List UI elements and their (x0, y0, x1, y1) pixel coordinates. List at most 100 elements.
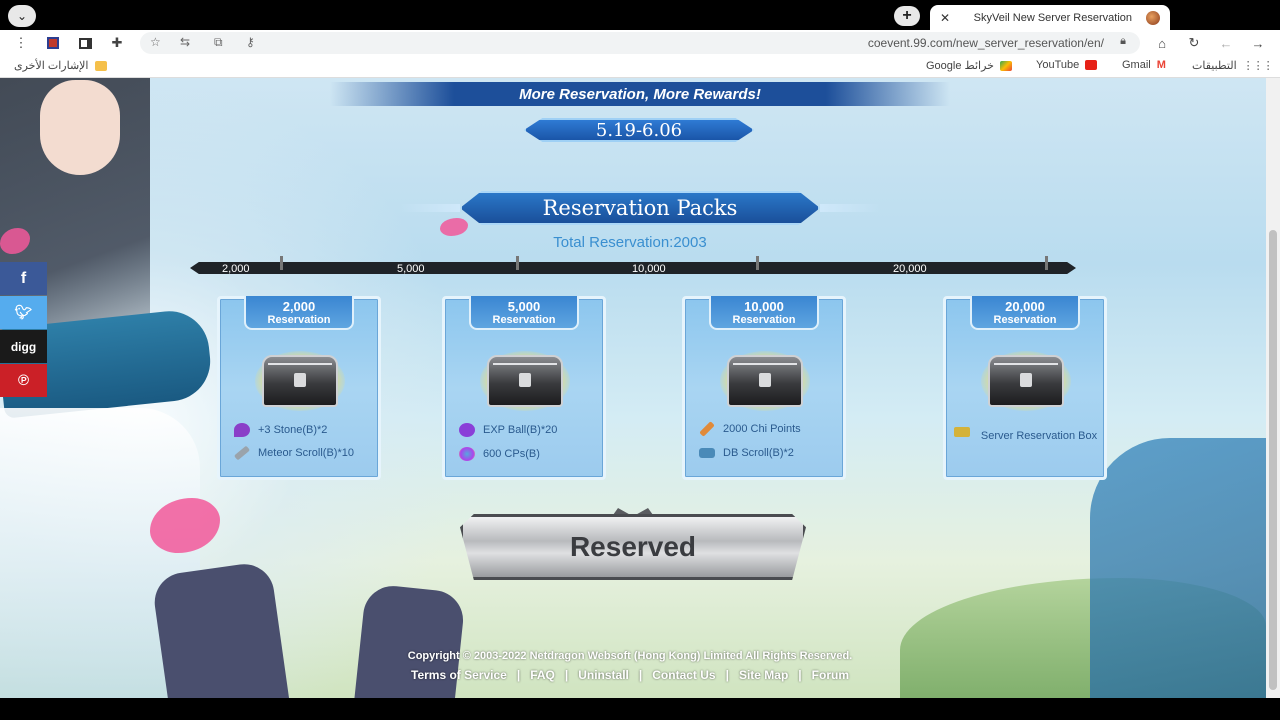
landscape-drape (1090, 438, 1266, 698)
footer-separator: | (516, 668, 521, 682)
star-bookmark-icon[interactable]: ☆ (150, 35, 161, 49)
footer-separator: | (725, 668, 729, 682)
reward-item-label: +3 Stone(B)*2 (258, 424, 328, 436)
track-label: 5,000 (397, 263, 425, 275)
letterbox-bottom (0, 698, 1280, 720)
scroll-icon (233, 445, 251, 461)
facebook-share-button[interactable]: f (0, 262, 47, 295)
card-label: Reservation (267, 314, 331, 326)
new-tab-button[interactable]: + (894, 6, 920, 26)
reward-card-5000[interactable]: 5,000 Reservation EXP Ball(B)*20 600 CPs… (442, 296, 606, 480)
track-tick (1045, 256, 1048, 270)
pinterest-icon: ℗ (17, 372, 30, 389)
page-scrollbar[interactable] (1266, 78, 1280, 698)
address-bar[interactable]: ☆ ⇆ ⧉ ⚷ coevent.99.com/new_server_reserv… (140, 32, 1140, 54)
reward-item: 600 CPs(B) (459, 447, 540, 461)
track-label: 2,000 (222, 263, 250, 275)
bookmark-youtube[interactable]: YouTube (1036, 59, 1098, 71)
footer-link-uninstall[interactable]: Uninstall (578, 668, 629, 682)
extension-icon[interactable] (44, 34, 62, 52)
card-number: 20,000 (1005, 299, 1045, 314)
puzzle-extensions-icon[interactable]: ✚ (108, 34, 126, 52)
facebook-icon: f (20, 269, 27, 287)
scrollbar-thumb[interactable] (1269, 230, 1277, 690)
footer-link-contact[interactable]: Contact Us (652, 668, 715, 682)
card-header: 20,000 Reservation (970, 296, 1080, 330)
lock-icon[interactable]: 🔒︎ (1120, 35, 1126, 48)
reload-icon[interactable]: ↻ (1185, 34, 1203, 52)
footer-separator: | (564, 668, 569, 682)
share-icon[interactable]: ⇆ (180, 35, 190, 49)
promo-banner: More Reservation, More Rewards! (330, 82, 950, 106)
url-text[interactable]: coevent.99.com/new_server_reservation/en… (868, 36, 1104, 50)
screenshot-icon[interactable]: ⧉ (214, 35, 223, 50)
youtube-icon (1085, 60, 1098, 70)
bookmark-maps[interactable]: Google خرائط (926, 59, 1012, 72)
card-header: 10,000 Reservation (709, 296, 819, 330)
twitter-share-button[interactable]: 🐦︎ (0, 296, 47, 329)
back-arrow-icon[interactable]: ← (1217, 34, 1235, 52)
reward-item: 2000 Chi Points (699, 421, 801, 437)
bookmark-youtube-label: YouTube (1036, 59, 1080, 71)
tab-bar: ⌄ + SkyVeil New Server Reservation ✕ (0, 0, 1280, 30)
footer-separator: | (638, 668, 643, 682)
footer-link-terms[interactable]: Terms of Service (411, 668, 507, 682)
event-dates: 5.19-6.06 (524, 118, 754, 142)
active-tab[interactable]: SkyVeil New Server Reservation ✕ (930, 5, 1170, 30)
sidebar-icon[interactable] (76, 34, 94, 52)
bookmark-maps-label: Google خرائط (926, 60, 994, 72)
bookmark-gmail[interactable]: Gmail M (1122, 59, 1166, 71)
reward-item (954, 427, 970, 437)
footer-link-faq[interactable]: FAQ (530, 668, 555, 682)
twitter-icon: 🐦︎ (14, 304, 33, 320)
digg-icon: digg (10, 339, 37, 354)
card-number: 5,000 (507, 299, 541, 314)
reservation-box-icon (954, 427, 970, 437)
footer-separator: | (798, 668, 802, 682)
reward-item-label: Meteor Scroll(B)*10 (258, 447, 354, 459)
reward-item-label: EXP Ball(B)*20 (483, 424, 558, 436)
tab-search-button[interactable]: ⌄ (8, 5, 36, 27)
reward-item: Meteor Scroll(B)*10 (233, 445, 354, 461)
copyright-text: Copyright © 2003-2022 Netdragon Websoft … (407, 650, 853, 662)
bookmarks-bar: الإشارات الأخرى Google خرائط YouTube Gma… (0, 56, 1280, 78)
key-icon[interactable]: ⚷ (246, 35, 255, 49)
forward-arrow-icon[interactable]: → (1249, 34, 1267, 52)
reward-card-10000[interactable]: 10,000 Reservation 2000 Chi Points DB Sc… (682, 296, 846, 480)
packs-title: Reservation Packs (460, 191, 820, 225)
chi-points-icon (699, 421, 715, 437)
home-icon[interactable]: ⌂ (1153, 34, 1171, 52)
track-tick (516, 256, 519, 270)
chevron-down-icon: ⌄ (16, 9, 28, 23)
reward-item-label: DB Scroll(B)*2 (723, 447, 794, 459)
digg-share-button[interactable]: digg (0, 330, 47, 363)
exp-ball-icon (459, 423, 475, 437)
reward-item-label: 600 CPs(B) (483, 448, 540, 460)
apps-grid-icon: ⋮⋮⋮ (1242, 60, 1274, 72)
tab-title: SkyVeil New Server Reservation (973, 11, 1132, 24)
site-favicon-icon (1146, 10, 1160, 25)
track-label: 20,000 (893, 263, 927, 275)
footer-link-forum[interactable]: Forum (812, 668, 849, 682)
track-label: 10,000 (632, 263, 666, 275)
maps-icon (999, 60, 1012, 71)
reward-card-2000[interactable]: 2,000 Reservation +3 Stone(B)*2 Meteor S… (217, 296, 381, 480)
reward-item-label: Server Reservation Box (980, 430, 1098, 442)
kebab-menu-icon[interactable]: ⋮ (12, 34, 30, 52)
footer-links: Terms of Service | FAQ | Uninstall | Con… (300, 668, 960, 682)
card-number: 2,000 (282, 299, 316, 314)
treasure-chest-icon (727, 355, 803, 407)
card-label: Reservation (993, 314, 1057, 326)
card-label: Reservation (492, 314, 556, 326)
close-tab-icon[interactable]: ✕ (940, 11, 950, 25)
total-reservation: Total Reservation:2003 (553, 234, 707, 251)
browser-toolbar: ⋮ ✚ ☆ ⇆ ⧉ ⚷ coevent.99.com/new_server_re… (0, 30, 1280, 56)
footer-link-sitemap[interactable]: Site Map (739, 668, 788, 682)
browser-window: ⌄ + SkyVeil New Server Reservation ✕ ⋮ ✚… (0, 0, 1280, 720)
bookmark-other[interactable]: الإشارات الأخرى (14, 59, 107, 72)
bookmark-apps[interactable]: التطبيقات ⋮⋮⋮ (1192, 59, 1274, 72)
pinterest-share-button[interactable]: ℗ (0, 364, 47, 397)
reward-card-20000[interactable]: 20,000 Reservation Server Reservation Bo… (943, 296, 1107, 480)
gems-icon (459, 447, 475, 461)
reserved-button[interactable]: Reserved (460, 514, 806, 580)
